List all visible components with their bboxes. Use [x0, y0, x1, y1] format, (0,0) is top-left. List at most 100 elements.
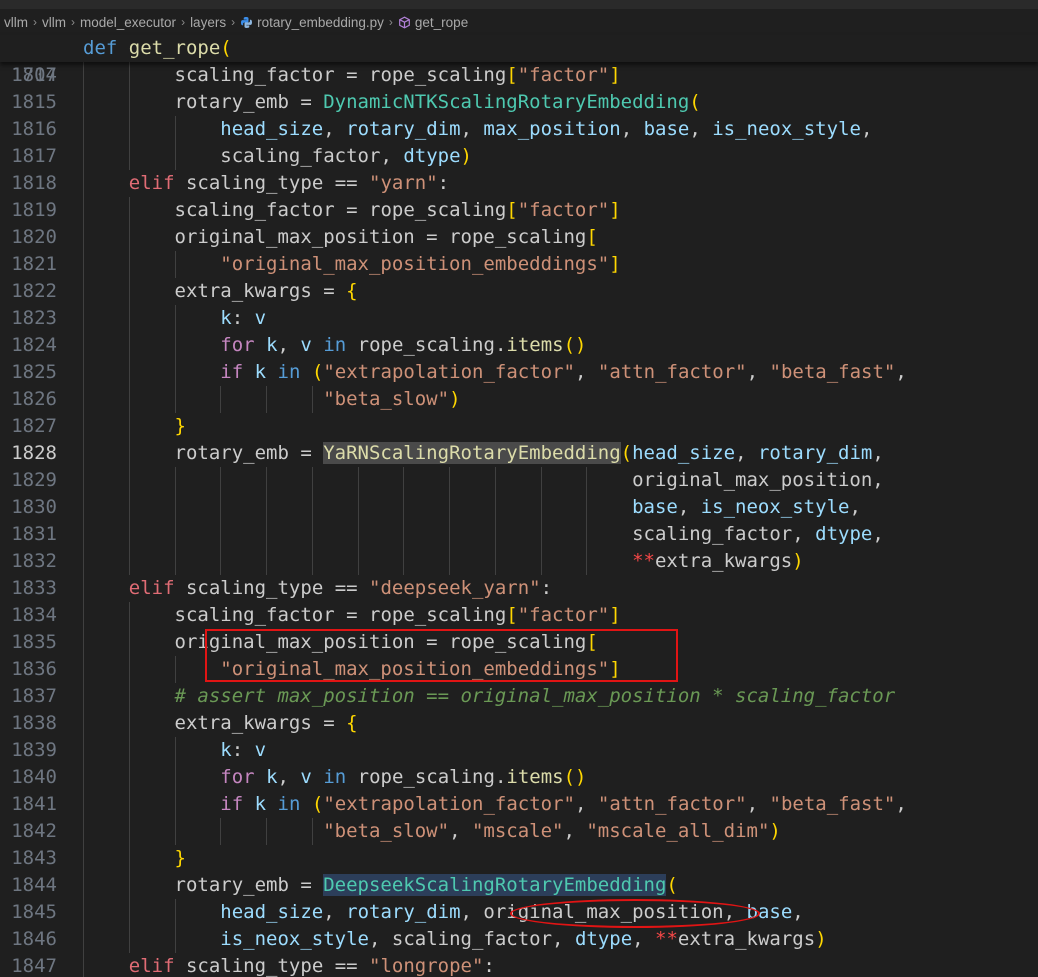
code-text: scaling_factor = rope_scaling["factor"]: [174, 64, 621, 86]
line-number: 1844: [11, 874, 57, 896]
code-text: if k in ("extrapolation_factor", "attn_f…: [220, 793, 907, 815]
line-number: 1839: [11, 739, 57, 761]
code-text: scaling_factor, dtype,: [632, 523, 884, 545]
code-line[interactable]: 1832 **extra_kwargs): [0, 548, 1038, 575]
code-text: if k in ("extrapolation_factor", "attn_f…: [220, 361, 907, 383]
line-number: 1824: [11, 334, 57, 356]
line-number: 1818: [11, 172, 57, 194]
code-line[interactable]: 1834 scaling_factor = rope_scaling["fact…: [0, 602, 1038, 629]
code-line[interactable]: 1822 extra_kwargs = {: [0, 278, 1038, 305]
code-line[interactable]: 1819 scaling_factor = rope_scaling["fact…: [0, 197, 1038, 224]
code-line[interactable]: 1841 if k in ("extrapolation_factor", "a…: [0, 791, 1038, 818]
code-line[interactable]: 1824 for k, v in rope_scaling.items(): [0, 332, 1038, 359]
line-number: 1835: [11, 631, 57, 653]
code-line[interactable]: 1827 }: [0, 413, 1038, 440]
line-number: 1847: [11, 955, 57, 977]
code-line[interactable]: 1823 k: v: [0, 305, 1038, 332]
code-text: **extra_kwargs): [632, 550, 804, 572]
breadcrumb-item[interactable]: get_rope: [415, 15, 468, 30]
code-text: rotary_emb = DynamicNTKScalingRotaryEmbe…: [174, 91, 701, 113]
code-text: scaling_factor, dtype): [220, 145, 472, 167]
code-text: base, is_neox_style,: [632, 496, 861, 518]
line-number: 1827: [11, 415, 57, 437]
chevron-right-icon: ›: [388, 15, 393, 29]
chevron-right-icon: ›: [71, 15, 75, 29]
code-line[interactable]: 1838 extra_kwargs = {: [0, 710, 1038, 737]
code-text: k: v: [220, 307, 267, 329]
code-text: rotary_emb = YaRNScalingRotaryEmbedding(…: [174, 442, 884, 464]
chevron-right-icon: ›: [181, 15, 186, 29]
line-number: 1837: [11, 685, 57, 707]
line-number: 1819: [11, 199, 57, 221]
code-text: # assert max_position == original_max_po…: [174, 685, 896, 707]
code-text: "beta_slow"): [323, 388, 461, 410]
line-number: 1834: [11, 604, 57, 626]
line-number: 1707: [11, 64, 57, 86]
line-number: 1823: [11, 307, 57, 329]
line-number: 1833: [11, 577, 57, 599]
code-line[interactable]: 1831 scaling_factor, dtype,: [0, 521, 1038, 548]
line-number: 1828: [11, 442, 57, 464]
line-number: 1836: [11, 658, 57, 680]
code-line[interactable]: 1844 rotary_emb = DeepseekScalingRotaryE…: [0, 872, 1038, 899]
chevron-right-icon: ›: [33, 15, 37, 29]
breadcrumb-item[interactable]: model_executor: [80, 15, 176, 30]
code-line[interactable]: 1842 "beta_slow", "mscale", "mscale_all_…: [0, 818, 1038, 845]
line-number: 1831: [11, 523, 57, 545]
code-text: k: v: [220, 739, 267, 761]
code-text: elif scaling_type == "yarn":: [128, 172, 450, 194]
line-number: 1845: [11, 901, 57, 923]
code-text: def get_rope(: [83, 37, 232, 59]
code-line[interactable]: 1837 # assert max_position == original_m…: [0, 683, 1038, 710]
python-file-icon: [240, 16, 253, 29]
breadcrumb-item[interactable]: layers: [190, 15, 226, 30]
code-line[interactable]: 1820 original_max_position = rope_scalin…: [0, 224, 1038, 251]
code-line[interactable]: 1829 original_max_position,: [0, 467, 1038, 494]
editor-tab-strip[interactable]: [0, 0, 1038, 9]
code-line[interactable]: 1839 k: v: [0, 737, 1038, 764]
breadcrumb-item[interactable]: vllm: [42, 15, 66, 30]
line-number: 1826: [11, 388, 57, 410]
code-line[interactable]: 1817 scaling_factor, dtype): [0, 143, 1038, 170]
code-text: }: [174, 847, 186, 869]
code-line[interactable]: 1847 elif scaling_type == "longrope":: [0, 953, 1038, 977]
chevron-right-icon: ›: [231, 15, 236, 29]
line-number: 1822: [11, 280, 57, 302]
code-text: "beta_slow", "mscale", "mscale_all_dim"): [323, 820, 781, 842]
code-text: rotary_emb = DeepseekScalingRotaryEmbedd…: [174, 874, 678, 896]
method-cube-icon: [398, 16, 411, 29]
sticky-scroll-header[interactable]: 1707 def get_rope(: [0, 35, 1038, 86]
line-number: 1830: [11, 496, 57, 518]
code-line[interactable]: 1840 for k, v in rope_scaling.items(): [0, 764, 1038, 791]
code-line[interactable]: 1833 elif scaling_type == "deepseek_yarn…: [0, 575, 1038, 602]
breadcrumb-item[interactable]: rotary_embedding.py: [257, 15, 384, 30]
red-rectangle-annotation: [205, 629, 678, 682]
code-line[interactable]: 1826 "beta_slow"): [0, 386, 1038, 413]
code-line[interactable]: 1818 elif scaling_type == "yarn":: [0, 170, 1038, 197]
code-line[interactable]: 1814 scaling_factor = rope_scaling["fact…: [0, 62, 1038, 89]
line-number: 1842: [11, 820, 57, 842]
code-text: for k, v in rope_scaling.items(): [220, 334, 587, 356]
code-editor[interactable]: 1814 scaling_factor = rope_scaling["fact…: [0, 62, 1038, 977]
code-line[interactable]: 1821 "original_max_position_embeddings"]: [0, 251, 1038, 278]
code-text: original_max_position = rope_scaling[: [174, 226, 598, 248]
code-line[interactable]: 1828 rotary_emb = YaRNScalingRotaryEmbed…: [0, 440, 1038, 467]
sticky-line[interactable]: 1707 def get_rope(: [0, 35, 1038, 86]
code-line[interactable]: 1846 is_neox_style, scaling_factor, dtyp…: [0, 926, 1038, 953]
code-text: for k, v in rope_scaling.items(): [220, 766, 587, 788]
code-line[interactable]: 1815 rotary_emb = DynamicNTKScalingRotar…: [0, 89, 1038, 116]
code-text: is_neox_style, scaling_factor, dtype, **…: [220, 928, 827, 950]
line-number: 1817: [11, 145, 57, 167]
code-text: }: [174, 415, 186, 437]
code-text: elif scaling_type == "deepseek_yarn":: [128, 577, 553, 599]
line-number: 1843: [11, 847, 57, 869]
line-number: 1840: [11, 766, 57, 788]
code-line[interactable]: 1816 head_size, rotary_dim, max_position…: [0, 116, 1038, 143]
code-line[interactable]: 1825 if k in ("extrapolation_factor", "a…: [0, 359, 1038, 386]
code-line[interactable]: 1843 }: [0, 845, 1038, 872]
code-line[interactable]: 1830 base, is_neox_style,: [0, 494, 1038, 521]
code-text: original_max_position,: [632, 469, 884, 491]
line-number: 1846: [11, 928, 57, 950]
line-number: 1825: [11, 361, 57, 383]
breadcrumb-item[interactable]: vllm: [4, 15, 28, 30]
